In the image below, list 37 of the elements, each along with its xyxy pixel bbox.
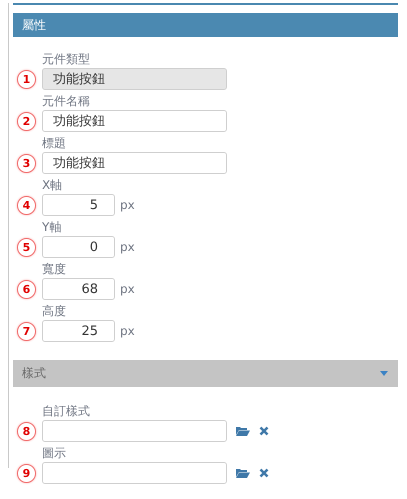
number-marker: 6 [17,280,36,298]
number-field[interactable]: 5 [42,194,115,216]
number-marker: 2 [17,112,36,130]
number-marker: 9 [17,464,36,482]
number-marker: 7 [17,322,36,340]
number-field[interactable]: 25 [42,320,115,342]
close-icon[interactable] [259,468,269,478]
field-label: 寬度 [42,261,67,277]
field-label: 標題 [42,135,67,151]
text-field[interactable]: 功能按鈕 [42,152,227,174]
section-title: 樣式 [22,365,46,382]
number-marker: 3 [17,154,36,172]
caret-icon [380,371,388,376]
number-field[interactable]: 0 [42,236,115,258]
field-label: X軸 [42,177,64,193]
number-field[interactable]: 68 [42,278,115,300]
panel-title: 屬性 [22,16,46,34]
field-label: 元件類型 [42,51,91,67]
field-label: 元件名稱 [42,93,91,109]
field-label: 圖示 [42,445,67,461]
text-field[interactable]: 功能按鈕 [42,110,227,132]
field-label: 高度 [42,303,67,319]
number-marker: 4 [17,196,36,214]
file-field[interactable] [42,462,227,484]
number-marker: 5 [17,238,36,256]
unit-label: px [120,198,135,212]
number-marker: 1 [17,70,36,88]
field-label: Y軸 [42,219,62,235]
folder-icon[interactable] [236,468,250,478]
unit-label: px [120,282,135,296]
file-field[interactable] [42,420,227,442]
number-marker: 8 [17,422,36,440]
field-label: 自訂樣式 [42,403,91,419]
unit-label: px [120,324,135,338]
unit-label: px [120,240,135,254]
close-icon[interactable] [259,426,269,436]
folder-icon[interactable] [236,426,250,436]
